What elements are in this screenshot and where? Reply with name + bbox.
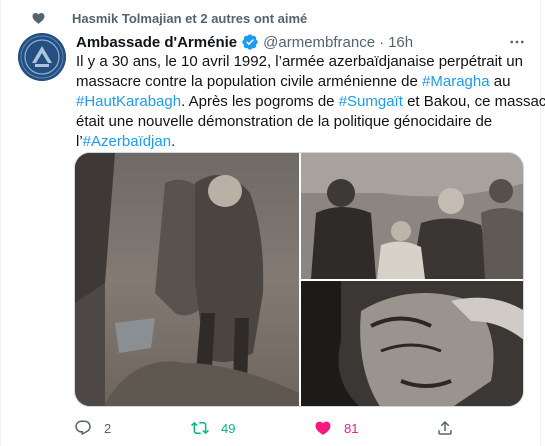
like-button[interactable]: 81 [314,418,358,438]
text-segment: et Bakou, ce massacre [402,93,545,110]
reply-count: 2 [104,420,112,436]
text-segment: l’ [76,133,83,150]
timeline-right-border [540,0,541,446]
text-segment: était une nouvelle démonstration de la p… [76,113,493,130]
photo-crowd[interactable] [301,153,523,279]
media-grid [74,152,524,407]
tweet-line: l’#Azerbaïdjan. [76,132,526,152]
hashtag-link[interactable]: #HautKarabagh [76,93,181,110]
tweet-line: #HautKarabagh. Après les pogroms de #Sum… [76,92,545,112]
retweet-count: 49 [221,420,236,436]
retweet-button[interactable]: 49 [191,418,235,438]
hashtag-link[interactable]: #Maragha [422,73,490,90]
tweet-line: était une nouvelle démonstration de la p… [76,112,526,132]
timeline-left-border [0,0,1,446]
tweet-header: Ambassade d'Arménie @armembfrance · 16h [76,32,413,52]
hashtag-link[interactable]: #Azerbaïdjan [83,133,171,150]
avatar[interactable] [18,33,66,81]
tweet-timestamp[interactable]: 16h [388,34,413,51]
verified-badge-icon [241,33,259,51]
social-context-text: Hasmik Tolmajian et 2 autres ont aimé [72,10,308,26]
tweet-text: Il y a 30 ans, le 10 avril 1992, l’armée… [76,52,545,152]
reply-icon [75,420,91,436]
hashtag-link[interactable]: #Sumgaït [339,93,403,110]
text-segment: . Après les pogroms de [181,93,339,110]
social-context[interactable]: Hasmik Tolmajian et 2 autres ont aimé [30,8,307,28]
tweet-actions: 2 49 81 [74,418,524,438]
heart-icon [30,10,46,26]
tweet-line: Il y a 30 ans, le 10 avril 1992, l’armée… [76,52,526,72]
reply-button[interactable]: 2 [74,418,111,438]
like-count: 81 [344,420,359,436]
header-separator: · [379,33,385,51]
text-segment: au [489,73,511,90]
author-handle[interactable]: @armembfrance [263,34,375,51]
retweet-icon [191,421,209,435]
tweet-line: massacre contre la population civile arm… [76,72,526,92]
text-segment: . [171,133,176,150]
text-segment: massacre contre la population civile arm… [76,73,423,90]
share-icon [438,420,452,435]
more-options-icon[interactable] [508,33,526,51]
heart-filled-icon [315,421,331,435]
author-name[interactable]: Ambassade d'Arménie [76,34,237,51]
photo-crying-man[interactable] [301,281,523,406]
photo-woman-walking[interactable] [75,153,299,406]
text-segment: Il y a 30 ans, le 10 avril 1992, l’armée… [76,53,523,70]
share-button[interactable] [436,418,454,438]
